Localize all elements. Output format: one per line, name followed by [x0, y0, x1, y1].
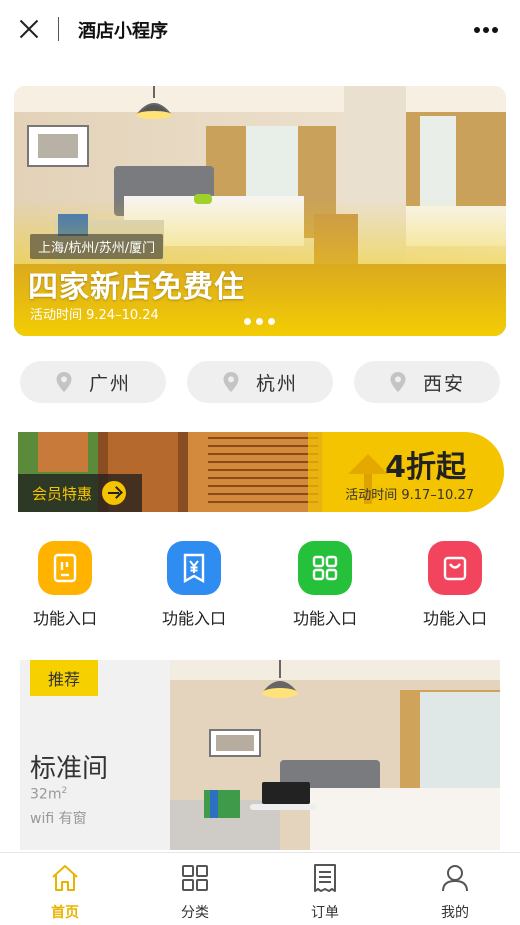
room-size: 32m2 — [30, 786, 67, 803]
app-title: 酒店小程序 — [78, 21, 168, 42]
feature-label: 功能入口 — [422, 609, 487, 628]
city-name: 杭州 — [255, 372, 298, 395]
title-divider — [58, 17, 59, 41]
feature-label: 功能入口 — [161, 609, 226, 628]
room-size-unit: 2 — [61, 786, 68, 796]
city-name: 广州 — [88, 372, 131, 395]
feature-label: 功能入口 — [32, 609, 97, 628]
location-pin-icon — [223, 372, 239, 392]
hero-cities-tag: 上海/杭州/苏州/厦门 — [30, 234, 164, 259]
member-dates: 活动时间 9.17–10.27 — [345, 488, 474, 503]
tab-orders[interactable]: 订单 — [260, 853, 390, 925]
member-discount: 4折起 — [385, 450, 466, 485]
tab-profile[interactable]: 我的 — [390, 853, 520, 925]
phone-card-icon — [38, 541, 92, 595]
yen-receipt-icon — [167, 541, 221, 595]
title-bar: 酒店小程序 — [0, 0, 520, 60]
bottom-tab-bar: 首页 分类 订单 我的 — [0, 852, 520, 925]
member-deal-button[interactable]: 会员特惠 — [18, 474, 142, 512]
carousel-dot[interactable] — [268, 318, 275, 325]
carousel-indicator — [244, 318, 275, 325]
city-filter: 广州 杭州 西安 — [20, 361, 500, 403]
category-grid-icon — [182, 865, 208, 891]
tab-label: 首页 — [51, 905, 79, 921]
feature-entry-2[interactable]: 功能入口 — [139, 541, 249, 631]
room-amenities: wifi 有窗 — [30, 811, 87, 827]
arrow-right-icon — [102, 481, 127, 505]
tab-label: 订单 — [311, 905, 339, 921]
home-icon — [52, 865, 78, 891]
room-size-value: 32m — [30, 786, 62, 803]
grid-apps-icon — [298, 541, 352, 595]
feature-entry-4[interactable]: 功能入口 — [400, 541, 510, 631]
feature-label: 功能入口 — [292, 609, 357, 628]
feature-entry-3[interactable]: 功能入口 — [270, 541, 380, 631]
hero-banner[interactable]: 上海/杭州/苏州/厦门 四家新店免费住 活动时间 9.24–10.24 — [14, 86, 506, 336]
carousel-dot[interactable] — [244, 318, 251, 325]
location-pin-icon — [390, 372, 406, 392]
more-dots-icon[interactable] — [474, 26, 498, 34]
city-chip-xian[interactable]: 西安 — [354, 361, 500, 403]
room-photo — [170, 660, 500, 850]
feature-entry-1[interactable]: 功能入口 — [10, 541, 120, 631]
city-chip-hangzhou[interactable]: 杭州 — [187, 361, 333, 403]
location-pin-icon — [56, 372, 72, 392]
tab-category[interactable]: 分类 — [130, 853, 260, 925]
tab-home[interactable]: 首页 — [0, 853, 130, 925]
order-receipt-icon — [314, 864, 336, 892]
hero-dates: 活动时间 9.24–10.24 — [30, 308, 159, 323]
carousel-dot[interactable] — [256, 318, 263, 325]
hero-headline: 四家新店免费住 — [28, 270, 245, 305]
member-deal-label: 会员特惠 — [32, 484, 93, 503]
shopping-bag-icon — [428, 541, 482, 595]
feature-grid: 功能入口 功能入口 功能入口 功能入口 — [0, 541, 520, 631]
member-promo-banner[interactable]: 会员特惠 4折起 活动时间 9.17–10.27 — [18, 432, 504, 512]
tab-label: 我的 — [441, 905, 469, 921]
recommended-room-card[interactable]: 推荐 标准间 32m2 wifi 有窗 — [20, 660, 500, 850]
user-profile-icon — [442, 865, 468, 892]
recommend-badge: 推荐 — [30, 660, 98, 696]
close-icon[interactable] — [18, 18, 40, 40]
city-chip-guangzhou[interactable]: 广州 — [20, 361, 166, 403]
room-name: 标准间 — [30, 754, 109, 784]
city-name: 西安 — [422, 372, 465, 395]
tab-label: 分类 — [181, 905, 209, 921]
